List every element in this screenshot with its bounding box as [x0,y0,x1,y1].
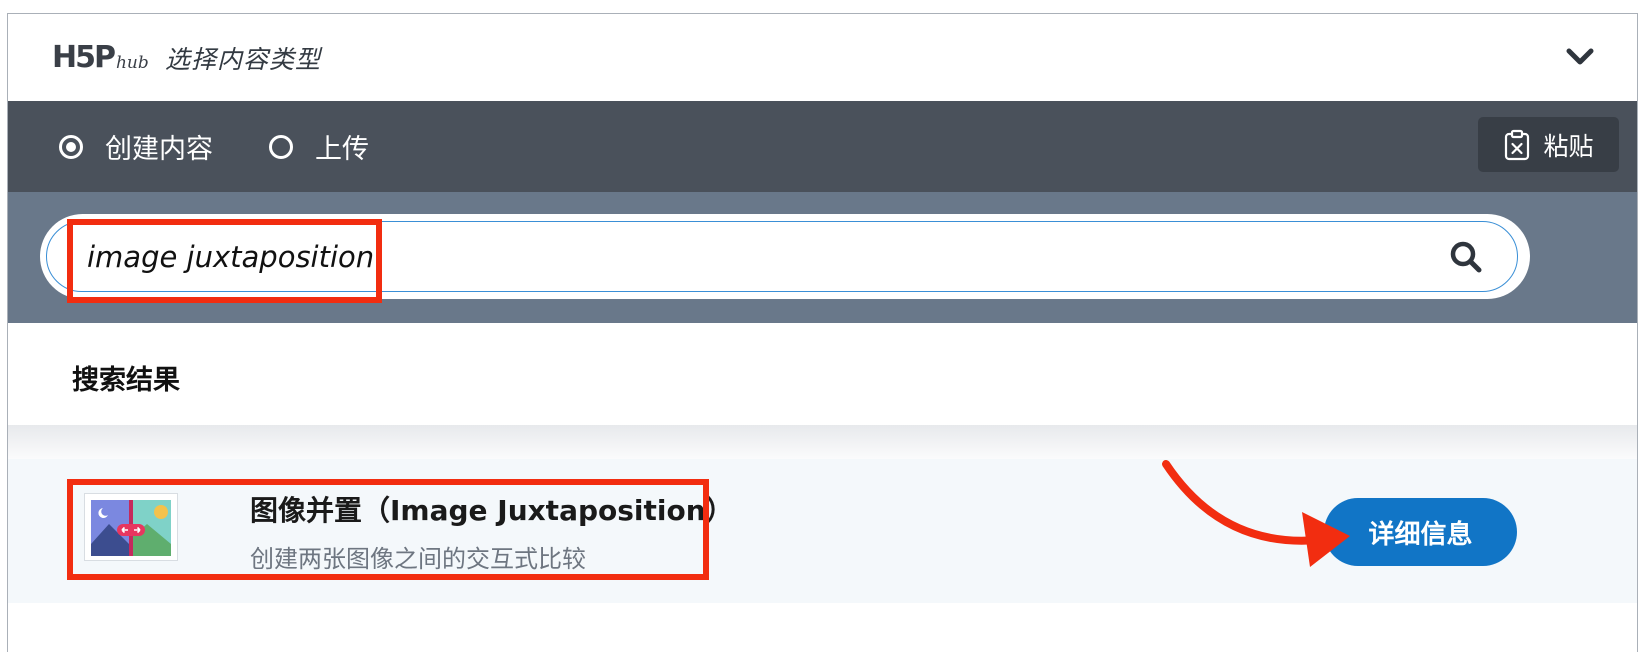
search-input[interactable] [46,221,1518,292]
tab-label: 上传 [315,134,369,165]
tab-upload[interactable]: 上传 [269,101,369,192]
logo-main: H5P [52,40,116,75]
result-description: 创建两张图像之间的交互式比较 [250,545,586,573]
image-juxtaposition-icon [84,493,178,561]
tab-bar: 创建内容 上传 粘贴 [8,101,1637,192]
results-heading: 搜索结果 [72,365,180,396]
radio-unchecked-icon [269,134,293,159]
tab-create-content[interactable]: 创建内容 [59,101,213,192]
results-divider [8,425,1637,459]
result-item-image-juxtaposition[interactable]: 图像并置（Image Juxtaposition） 创建两张图像之间的交互式比较… [8,459,1637,603]
paste-label: 粘贴 [1543,131,1594,161]
h5p-hub-panel: H5P hub 选择内容类型 创建内容 上传 粘贴 image juxtapos… [7,13,1638,652]
details-button[interactable]: 详细信息 [1324,498,1517,566]
hub-header: H5P hub 选择内容类型 [8,14,1637,101]
radio-checked-icon [59,134,83,159]
h5p-hub-logo: H5P hub [52,39,149,75]
search-icon[interactable] [1448,239,1484,275]
hub-title: 选择内容类型 [165,45,322,74]
paste-button[interactable]: 粘贴 [1478,117,1619,172]
search-band [8,192,1637,323]
chevron-down-icon[interactable] [1563,40,1597,74]
tab-label: 创建内容 [105,134,213,165]
logo-sub: hub [115,53,149,73]
result-title: 图像并置（Image Juxtaposition） [250,494,734,527]
clipboard-icon [1505,129,1530,160]
search-bar [40,214,1530,299]
